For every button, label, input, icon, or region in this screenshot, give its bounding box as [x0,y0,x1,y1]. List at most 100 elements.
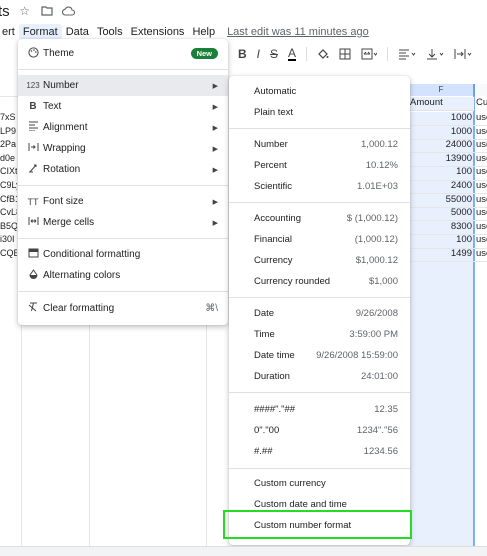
format-merge-cells-item[interactable]: Merge cells ▶ [18,212,228,233]
currency-header-cell[interactable]: Cu [476,97,487,108]
currency-cell[interactable]: usc [476,234,487,245]
format-clear-formatting-item[interactable]: Clear formatting ⌘\ [18,298,228,319]
format-alternating-colors-item[interactable]: Alternating colors [18,265,228,286]
currency-cell[interactable]: usc [476,194,487,205]
number-percent-item[interactable]: Percent 10.12% [229,155,410,175]
menu-format[interactable]: Format [18,24,62,40]
id-cell[interactable]: 7xS [0,112,17,122]
id-cell[interactable]: LP9 [0,126,17,136]
currency-cell[interactable]: usc [476,139,487,150]
clear-formatting-label: Clear formatting [43,303,115,314]
italic-button[interactable]: I [257,47,260,61]
currency-cell[interactable]: usc [476,153,487,164]
strikethrough-button[interactable]: S [270,47,278,61]
format-alignment-item[interactable]: Alignment ▶ [18,117,228,138]
number-date-time-item[interactable]: Date time 9/26/2008 15:59:00 [229,345,410,365]
id-cell[interactable]: CvL8 [0,207,17,217]
amount-cell[interactable]: 8300 [410,221,472,235]
currency-cell[interactable]: usc [476,248,487,259]
star-icon[interactable]: ☆ [18,4,32,18]
number-scientific-item[interactable]: Scientific 1.01E+03 [229,176,410,196]
format-example: $1,000 [368,275,398,287]
toolbar-divider [387,47,389,61]
number-custom-currency-item[interactable]: Custom currency [229,473,410,493]
menu-data[interactable]: Data [62,24,93,40]
fill-color-icon[interactable] [317,48,329,60]
number-number-item[interactable]: Number 1,000.12 [229,134,410,154]
menu-tools[interactable]: Tools [93,24,127,40]
menu-help[interactable]: Help [188,24,219,40]
id-cell[interactable]: d0e [0,153,17,163]
amount-cell[interactable]: 5000 [410,207,472,221]
amount-cell[interactable]: 55000 [410,194,472,208]
move-folder-icon[interactable] [40,4,54,18]
amount-cell[interactable]: 1000 [410,112,472,126]
horizontal-align-icon[interactable] [398,48,416,60]
format-example: $1,000.12 [355,254,398,266]
format-wrapping-item[interactable]: Wrapping ▶ [18,138,228,159]
amount-cell[interactable]: 2400 [410,180,472,194]
text-color-button[interactable]: A [288,47,297,61]
amount-cell[interactable]: 24000 [410,139,472,153]
id-cell[interactable]: B5Q [0,221,17,231]
format-number-item[interactable]: 123 Number ▶ [18,75,228,96]
menu-extensions[interactable]: Extensions [127,24,189,40]
format-example: (1,000.12) [354,233,398,245]
amount-header-cell[interactable]: Amount [408,97,474,111]
cloud-status-icon[interactable] [62,4,76,18]
text-wrapping-icon[interactable] [454,48,472,60]
amount-cell[interactable]: 1499 [410,248,472,262]
number-plain-text-item[interactable]: Plain text [229,102,410,122]
amount-cell[interactable]: 100 [410,234,472,248]
document-title[interactable]: ts [0,3,10,20]
column-header-g[interactable] [474,84,487,96]
number-custom-format-3-item[interactable]: #.## 1234.56 [229,441,410,461]
currency-cell[interactable]: usc [476,221,487,232]
amount-cell[interactable]: 13900 [410,153,472,167]
number-currency-item[interactable]: Currency $1,000.12 [229,250,410,270]
number-custom-format-1-item[interactable]: ####"."## 12.35 [229,399,410,419]
number-financial-item[interactable]: Financial (1,000.12) [229,229,410,249]
currency-cell[interactable]: usc [476,112,487,123]
merge-cells-icon[interactable] [361,48,378,60]
id-cell[interactable]: CQB [0,248,17,258]
number-custom-format-2-item[interactable]: 0"."00 1234"."56 [229,420,410,440]
currency-cell[interactable]: usc [476,180,487,191]
last-edit-link[interactable]: Last edit was 11 minutes ago [227,26,369,38]
number-date-item[interactable]: Date 9/26/2008 [229,303,410,323]
number-automatic-item[interactable]: Automatic [229,81,410,101]
horizontal-scrollbar[interactable] [0,546,487,556]
currency-cell[interactable]: usc [476,126,487,137]
id-cell[interactable]: CIXt [0,166,17,176]
id-cell[interactable]: C9Ly [0,180,17,190]
id-cell[interactable]: i30I [0,234,17,244]
currency-cell[interactable]: usc [476,166,487,177]
menu-insert[interactable]: ert [0,24,19,40]
font-size-icon: TT [27,196,39,207]
menu-divider [229,392,410,393]
amount-cell[interactable]: 1000 [410,126,472,140]
alignment-icon [26,121,40,134]
number-time-item[interactable]: Time 3:59:00 PM [229,324,410,344]
title-bar: ts ☆ [0,0,487,22]
format-theme-item[interactable]: Theme New [18,43,228,64]
borders-icon[interactable] [339,48,351,60]
format-text-item[interactable]: B Text ▶ [18,96,228,117]
vertical-align-icon[interactable] [426,48,444,60]
number-currency-rounded-item[interactable]: Currency rounded $1,000 [229,271,410,291]
id-cell[interactable]: CfB1 [0,194,17,204]
number-accounting-item[interactable]: Accounting $ (1,000.12) [229,208,410,228]
toolbar: B I S A [238,44,472,64]
amount-cell[interactable]: 100 [410,166,472,180]
id-cell[interactable]: 2Pa [0,139,17,149]
currency-cell[interactable]: usc [476,207,487,218]
format-font-size-item[interactable]: TT Font size ▶ [18,191,228,212]
format-conditional-formatting-item[interactable]: Conditional formatting [18,244,228,265]
bold-button[interactable]: B [238,47,247,61]
number-duration-item[interactable]: Duration 24:01:00 [229,366,410,386]
toolbar-divider [306,47,308,61]
column-header-f[interactable]: F [408,84,474,96]
format-label: 0"."00 [254,424,280,436]
format-rotation-item[interactable]: Rotation ▶ [18,159,228,180]
submenu-arrow-icon: ▶ [212,219,218,227]
